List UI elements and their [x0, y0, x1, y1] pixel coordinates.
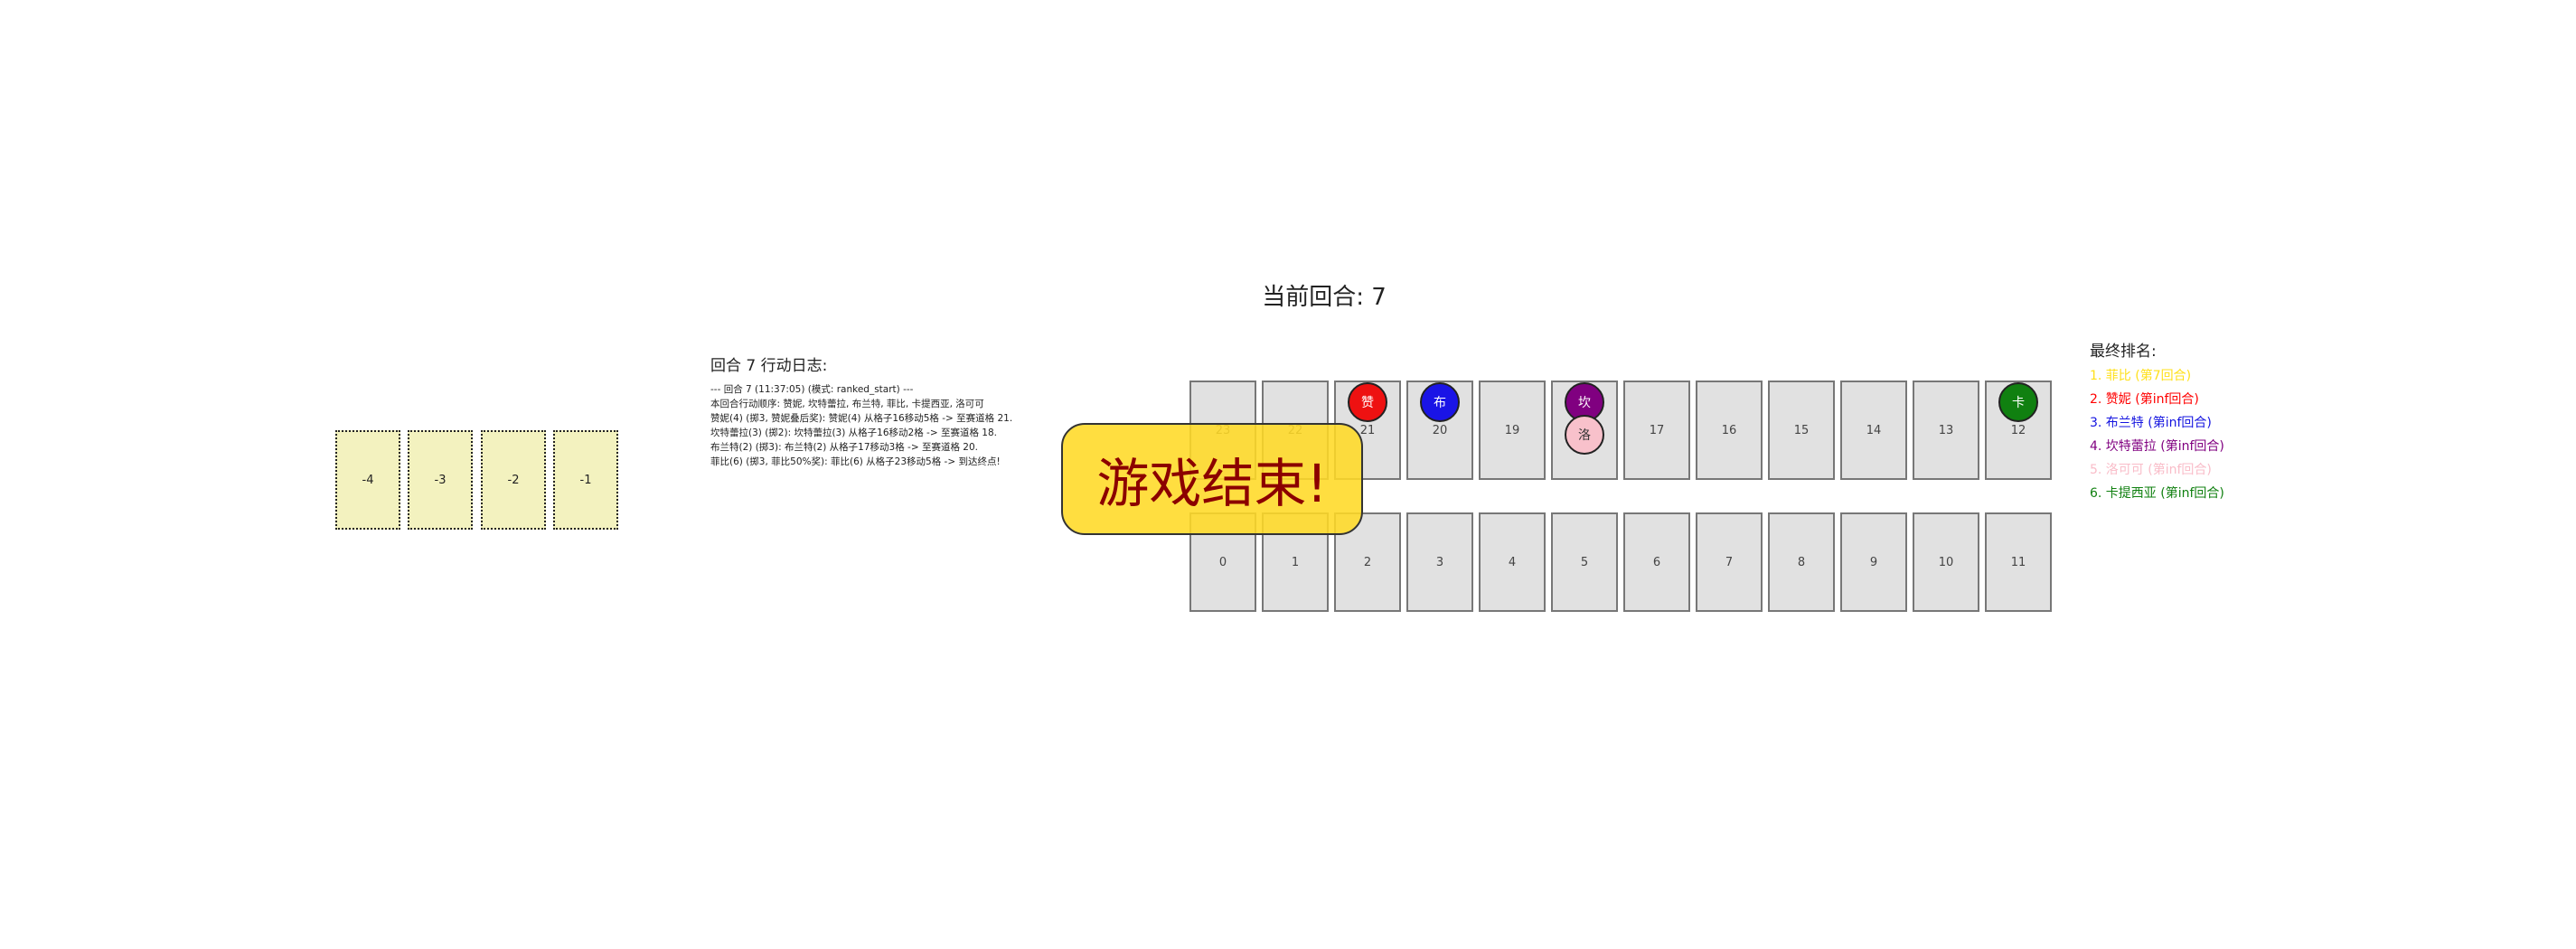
track-cell: 5: [1551, 512, 1618, 612]
game-board: 当前回合: 7 -4 -3 -2 -1 回合 7 行动日志: --- 回合 7 …: [0, 0, 2576, 949]
ranking-item: 2. 赞妮 (第inf回合): [2090, 392, 2199, 407]
pre-cell: -2: [481, 430, 546, 530]
ranking-item: 5. 洛可可 (第inf回合): [2090, 463, 2212, 477]
track-cell: 7: [1696, 512, 1763, 612]
track-cell: 8: [1768, 512, 1835, 612]
log-line: --- 回合 7 (11:37:05) (模式: ranked_start) -…: [710, 384, 914, 395]
log-line: 赞妮(4) (掷3, 赞妮叠后奖): 赞妮(4) 从格子16移动5格 -> 至赛…: [710, 413, 1013, 424]
final-ranking: 最终排名: 1. 菲比 (第7回合) 2. 赞妮 (第inf回合) 3. 布兰特…: [2090, 338, 2361, 505]
ranking-item: 3. 布兰特 (第inf回合): [2090, 416, 2212, 430]
log-line: 坎特蕾拉(3) (掷2): 坎特蕾拉(3) 从格子16移动2格 -> 至赛道格 …: [710, 428, 998, 438]
track-cell: 19: [1479, 381, 1546, 480]
player-token-zanni[interactable]: 赞: [1348, 382, 1387, 422]
player-token-katixiya[interactable]: 卡: [1998, 382, 2038, 422]
track-cell: 11: [1985, 512, 2052, 612]
ranking-item: 1. 菲比 (第7回合): [2090, 369, 2192, 383]
log-line: 菲比(6) (掷3, 菲比50%奖): 菲比(6) 从格子23移动5格 -> 到…: [710, 456, 1001, 467]
track-cell: 14: [1840, 381, 1907, 480]
log-title: 回合 7 行动日志:: [710, 357, 828, 375]
log-line: 布兰特(2) (掷3): 布兰特(2) 从格子17移动3格 -> 至赛道格 20…: [710, 442, 979, 453]
ranking-title: 最终排名:: [2090, 343, 2157, 361]
action-log: 回合 7 行动日志: --- 回合 7 (11:37:05) (模式: rank…: [710, 352, 1072, 469]
track-cell: 4: [1479, 512, 1546, 612]
track-cell: 15: [1768, 381, 1835, 480]
player-token-bulante[interactable]: 布: [1420, 382, 1460, 422]
track-cell: 10: [1913, 512, 1979, 612]
track-cell: 6: [1623, 512, 1690, 612]
log-line: 本回合行动顺序: 赞妮, 坎特蕾拉, 布兰特, 菲比, 卡提西亚, 洛可可: [710, 399, 984, 409]
track-cell: 17: [1623, 381, 1690, 480]
track-cell: 3: [1406, 512, 1473, 612]
pre-cell: -4: [335, 430, 400, 530]
pre-cell: -1: [553, 430, 618, 530]
ranking-item: 4. 坎特蕾拉 (第inf回合): [2090, 439, 2224, 454]
track-cell: 13: [1913, 381, 1979, 480]
ranking-item: 6. 卡提西亚 (第inf回合): [2090, 486, 2224, 501]
pre-cell: -3: [408, 430, 473, 530]
game-over-banner: 游戏结束!: [1061, 423, 1363, 535]
track-cell: 16: [1696, 381, 1763, 480]
round-title: 当前回合: 7: [1262, 284, 1387, 311]
track-cell: 9: [1840, 512, 1907, 612]
player-token-luokeke[interactable]: 洛: [1565, 415, 1604, 455]
